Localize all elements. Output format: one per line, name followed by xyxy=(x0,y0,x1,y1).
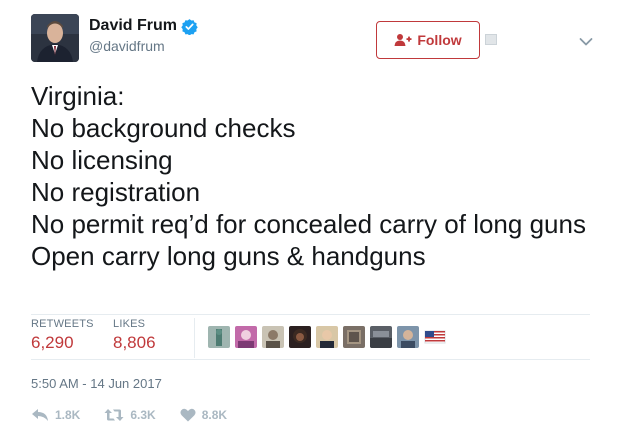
retweet-count: 6.3K xyxy=(130,408,156,422)
retweets-value: 6,290 xyxy=(31,333,74,352)
retweet-button[interactable]: 6.3K xyxy=(104,408,156,422)
liker-avatar[interactable] xyxy=(289,326,311,348)
caret-down-icon[interactable] xyxy=(579,34,593,46)
tweet-timestamp[interactable]: 5:50 AM - 14 Jun 2017 xyxy=(31,376,162,391)
reply-button[interactable]: 1.8K xyxy=(31,408,80,422)
author-names: David Frum @davidfrum xyxy=(89,17,198,54)
divider xyxy=(31,359,590,360)
liker-avatar[interactable] xyxy=(343,326,365,348)
liker-avatar[interactable] xyxy=(235,326,257,348)
liker-avatar[interactable] xyxy=(262,326,284,348)
image-placeholder-icon xyxy=(485,34,497,45)
tweet-header: David Frum @davidfrum Follow xyxy=(31,14,606,66)
likes-label: LIKES xyxy=(113,318,146,330)
verified-badge-icon xyxy=(181,18,198,35)
likes-stat[interactable]: LIKES 8,806 xyxy=(113,318,156,353)
reply-count: 1.8K xyxy=(55,408,81,422)
tweet-stats: RETWEETS 6,290 LIKES 8,806 xyxy=(31,318,590,358)
liker-avatars xyxy=(208,326,451,348)
liker-avatar[interactable] xyxy=(208,326,230,348)
follow-button[interactable]: Follow xyxy=(376,21,480,59)
divider xyxy=(31,314,590,315)
liker-avatar[interactable] xyxy=(316,326,338,348)
avatar[interactable] xyxy=(31,14,79,62)
stats-separator xyxy=(194,318,195,358)
follow-button-label: Follow xyxy=(417,32,462,48)
retweets-label: RETWEETS xyxy=(31,318,94,330)
tweet-actions: 1.8K 6.3K 8.8K xyxy=(31,405,251,425)
heart-icon xyxy=(180,408,196,422)
retweets-stat[interactable]: RETWEETS 6,290 xyxy=(31,318,94,353)
liker-avatar[interactable] xyxy=(424,326,446,348)
follow-person-plus-icon xyxy=(394,33,412,47)
liker-avatar[interactable] xyxy=(370,326,392,348)
likes-value: 8,806 xyxy=(113,333,156,352)
display-name[interactable]: David Frum xyxy=(89,17,177,35)
like-count: 8.8K xyxy=(201,408,228,422)
like-button[interactable]: 8.8K xyxy=(180,408,227,422)
liker-avatar[interactable] xyxy=(397,326,419,348)
tweet-text: Virginia: No background checks No licens… xyxy=(31,81,586,271)
handle[interactable]: @davidfrum xyxy=(89,38,198,54)
retweet-icon xyxy=(104,408,124,422)
reply-icon xyxy=(31,408,49,422)
